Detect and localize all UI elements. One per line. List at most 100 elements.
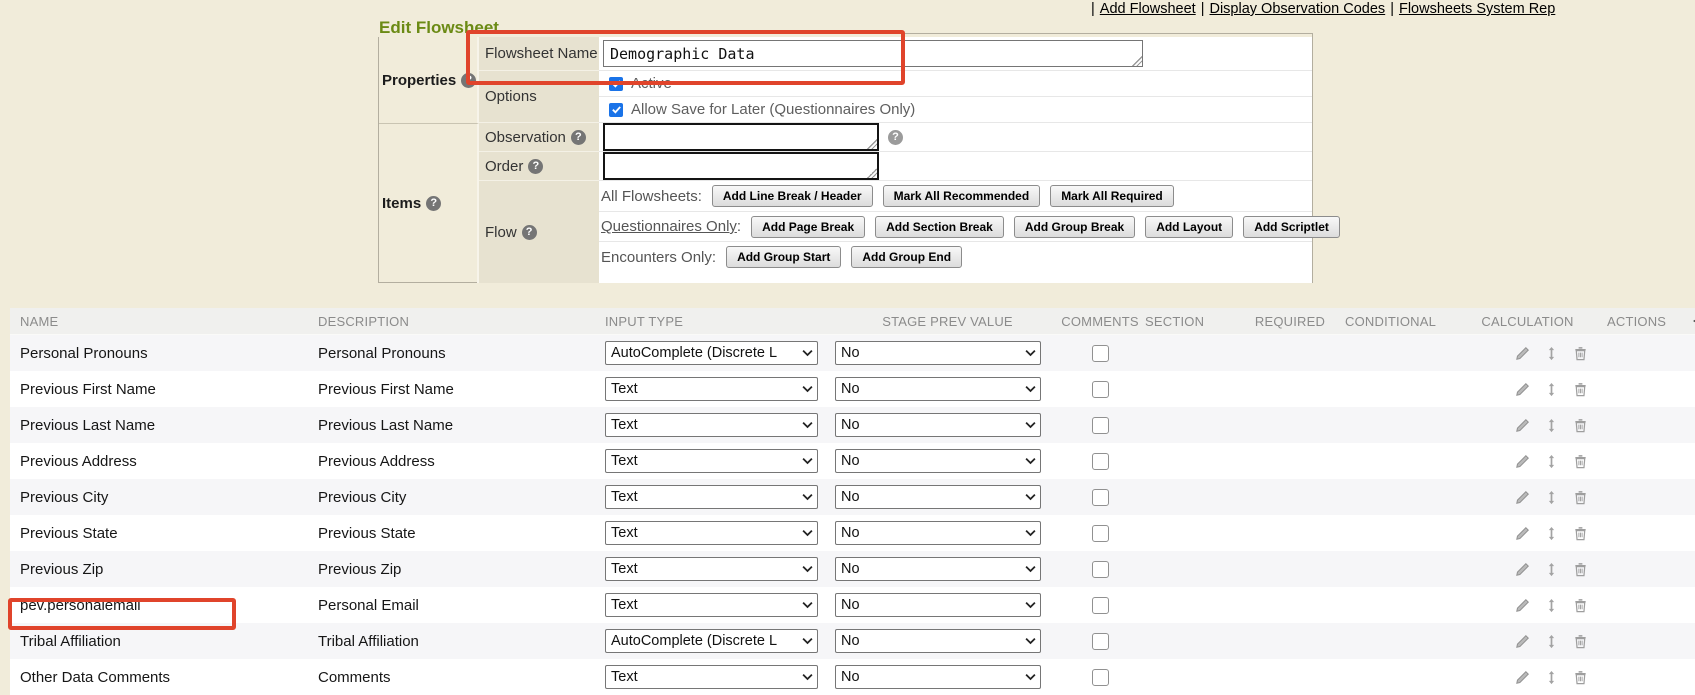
mark-all-required-button[interactable]: Mark All Required [1050,185,1174,207]
table-row: Previous State Previous State Text No [10,515,1695,551]
delete-icon[interactable] [1573,454,1588,469]
add-group-start-button[interactable]: Add Group Start [726,246,841,268]
input-type-select[interactable]: Text [605,557,818,581]
add-section-break-button[interactable]: Add Section Break [875,216,1004,238]
edit-icon[interactable] [1515,454,1530,469]
stage-prev-value-select[interactable]: No [835,629,1041,653]
comments-checkbox[interactable] [1092,633,1109,650]
stage-prev-value-select[interactable]: No [835,341,1041,365]
items-help-icon[interactable]: ? [426,196,441,211]
delete-icon[interactable] [1573,418,1588,433]
input-type-select[interactable]: Text [605,485,818,509]
order-textarea[interactable] [603,152,879,180]
move-icon[interactable] [1544,634,1559,649]
display-observation-codes-link[interactable]: Display Observation Codes [1209,1,1385,17]
stage-prev-value-select[interactable]: No [835,557,1041,581]
allow-save-checkbox[interactable] [609,103,623,117]
flowsheet-name-input[interactable]: Demographic Data [603,40,1143,67]
flowsheets-system-report-link[interactable]: Flowsheets System Rep [1399,1,1555,17]
edit-icon[interactable] [1515,382,1530,397]
edit-icon[interactable] [1515,634,1530,649]
comments-checkbox[interactable] [1092,345,1109,362]
move-icon[interactable] [1544,382,1559,397]
resize-grip-icon[interactable] [867,168,877,178]
comments-checkbox[interactable] [1092,381,1109,398]
resize-grip-icon[interactable] [1132,56,1142,66]
stage-prev-value-select[interactable]: No [835,593,1041,617]
add-page-break-button[interactable]: Add Page Break [751,216,865,238]
input-type-select[interactable]: Text [605,413,818,437]
edit-icon[interactable] [1515,526,1530,541]
properties-help-icon[interactable]: ? [461,73,476,88]
flowsheet-name-row: Demographic Data [599,37,1312,71]
add-group-break-button[interactable]: Add Group Break [1014,216,1135,238]
chevron-down-icon [1025,458,1036,465]
add-scriptlet-button[interactable]: Add Scriptlet [1243,216,1340,238]
comments-checkbox[interactable] [1092,669,1109,686]
stage-prev-value-select[interactable]: No [835,449,1041,473]
order-help-icon[interactable]: ? [528,159,543,174]
delete-icon[interactable] [1573,634,1588,649]
edit-icon[interactable] [1515,490,1530,505]
input-type-select[interactable]: AutoComplete (Discrete L [605,341,818,365]
table-row: Previous Zip Previous Zip Text No [10,551,1695,587]
comments-checkbox[interactable] [1092,525,1109,542]
row-actions [1515,587,1588,623]
comments-checkbox[interactable] [1092,453,1109,470]
delete-icon[interactable] [1573,562,1588,577]
move-icon[interactable] [1544,670,1559,685]
comments-checkbox[interactable] [1092,561,1109,578]
edit-icon[interactable] [1515,418,1530,433]
comments-checkbox[interactable] [1092,489,1109,506]
edit-icon[interactable] [1515,562,1530,577]
stage-prev-value-select[interactable]: No [835,413,1041,437]
table-row: pev.personalemail Personal Email Text No [10,587,1695,623]
move-icon[interactable] [1544,346,1559,361]
stage-prev-value-select[interactable]: No [835,521,1041,545]
add-layout-button[interactable]: Add Layout [1145,216,1233,238]
input-type-select[interactable]: AutoComplete (Discrete L [605,629,818,653]
delete-icon[interactable] [1573,346,1588,361]
delete-icon[interactable] [1573,382,1588,397]
input-type-select[interactable]: Text [605,377,818,401]
observation-field-help-icon[interactable]: ? [888,130,903,145]
resize-grip-icon[interactable] [867,139,877,149]
move-icon[interactable] [1544,562,1559,577]
move-icon[interactable] [1544,454,1559,469]
edit-icon[interactable] [1515,670,1530,685]
move-icon[interactable] [1544,418,1559,433]
move-icon[interactable] [1544,526,1559,541]
observation-textarea[interactable] [603,123,879,151]
observation-help-icon[interactable]: ? [571,130,586,145]
stage-prev-value-select[interactable]: No [835,377,1041,401]
row-actions [1515,515,1588,551]
input-type-select[interactable]: Text [605,593,818,617]
stage-prev-value-select[interactable]: No [835,485,1041,509]
chevron-down-icon [802,566,813,573]
mark-all-recommended-button[interactable]: Mark All Recommended [883,185,1041,207]
all-flowsheets-label: All Flowsheets: [601,188,702,205]
table-row: Previous Last Name Previous Last Name Te… [10,407,1695,443]
add-line-break-header-button[interactable]: Add Line Break / Header [712,185,873,207]
comments-checkbox[interactable] [1092,417,1109,434]
row-name: Previous City [10,489,300,506]
move-icon[interactable] [1544,490,1559,505]
delete-icon[interactable] [1573,490,1588,505]
input-type-select[interactable]: Text [605,449,818,473]
row-actions [1515,443,1588,479]
move-icon[interactable] [1544,598,1559,613]
stage-prev-value-select[interactable]: No [835,665,1041,689]
add-flowsheet-link[interactable]: Add Flowsheet [1100,1,1196,17]
add-group-end-button[interactable]: Add Group End [851,246,962,268]
flow-help-icon[interactable]: ? [522,225,537,240]
delete-icon[interactable] [1573,526,1588,541]
row-actions [1515,407,1588,443]
input-type-select[interactable]: Text [605,521,818,545]
edit-icon[interactable] [1515,598,1530,613]
delete-icon[interactable] [1573,670,1588,685]
edit-icon[interactable] [1515,346,1530,361]
comments-checkbox[interactable] [1092,597,1109,614]
delete-icon[interactable] [1573,598,1588,613]
input-type-select[interactable]: Text [605,665,818,689]
active-checkbox[interactable] [609,77,623,91]
